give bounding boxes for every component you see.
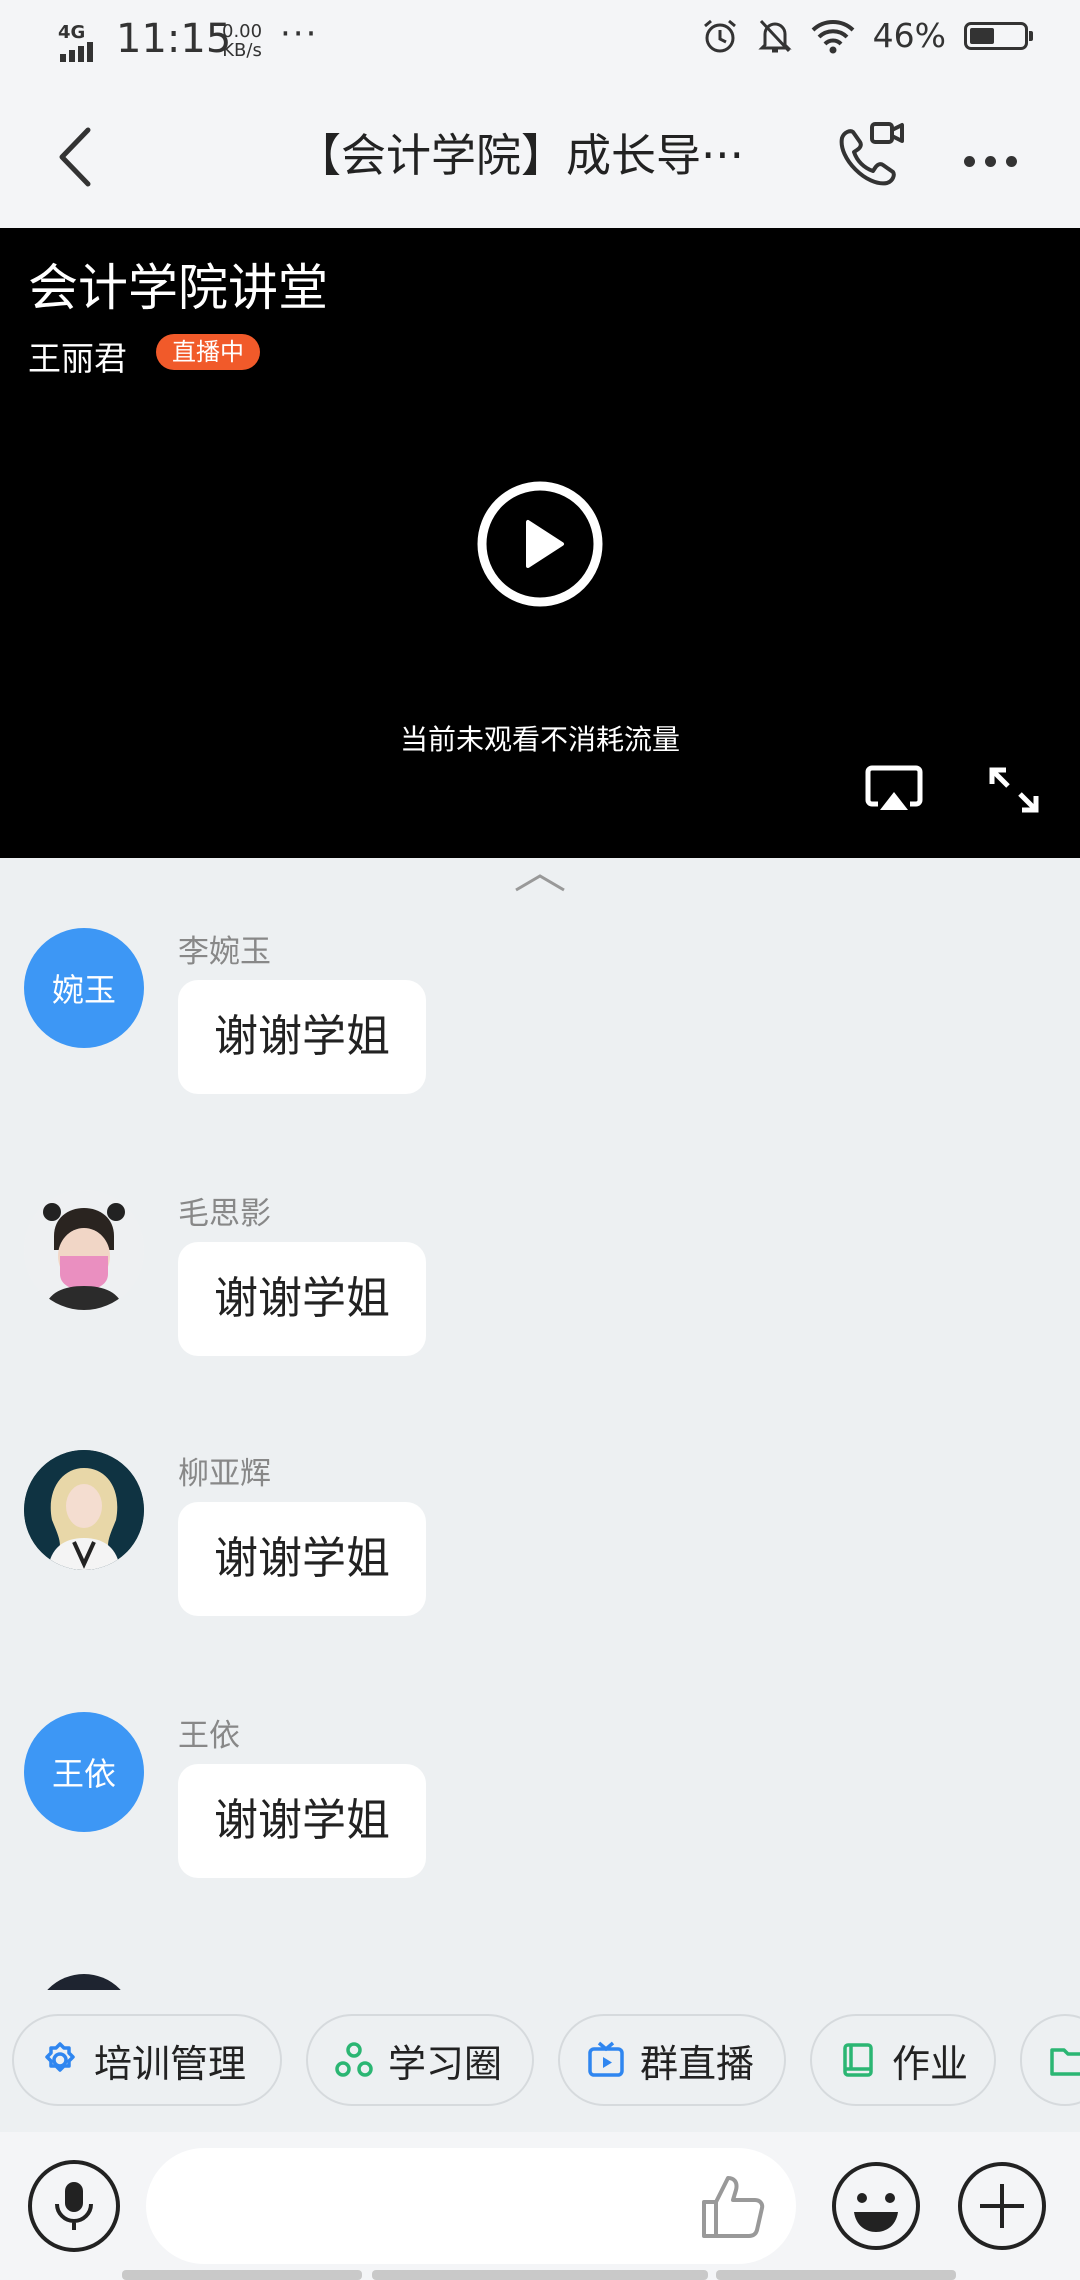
message-item-partial [0, 1966, 1080, 1990]
avatar[interactable]: 王依 [24, 1712, 144, 1832]
gear-icon [45, 2042, 75, 2072]
sender-name: 李婉玉 [178, 934, 271, 970]
play-button[interactable] [476, 480, 604, 608]
play-icon [477, 481, 603, 607]
circle-group-icon [335, 2042, 373, 2077]
chevron-left-icon [59, 127, 91, 187]
network-type: 4G [58, 22, 86, 43]
live-title: 会计学院讲堂 [28, 259, 328, 317]
message-bubble[interactable]: 谢谢学姐 [178, 980, 426, 1094]
home-indicator [372, 2270, 708, 2280]
user-photo-icon [24, 1450, 144, 1570]
avatar[interactable] [34, 1974, 134, 1990]
user-photo-icon [24, 1190, 144, 1310]
live-status-badge: 直播中 [156, 334, 260, 370]
chip-label: 学习圈 [388, 2041, 503, 2086]
wifi-icon [811, 19, 855, 53]
chat-header: 【会计学院】成长导··· [0, 84, 1080, 228]
chat-title[interactable]: 【会计学院】成长导··· [296, 120, 776, 192]
avatar[interactable] [24, 1450, 144, 1570]
dot-icon [1005, 155, 1017, 167]
message-item: 毛思影 谢谢学姐 [0, 1190, 1080, 1430]
alarm-icon [703, 19, 736, 52]
folder-icon [1050, 2048, 1080, 2076]
message-item: 王依 王依 谢谢学姐 [0, 1712, 1080, 1952]
home-indicator [122, 2270, 362, 2280]
plus-icon [958, 2162, 1046, 2250]
live-host: 王丽君 [28, 339, 127, 378]
sender-name: 王依 [178, 1718, 240, 1754]
voice-input-button[interactable] [28, 2160, 120, 2252]
collapse-video-button[interactable] [510, 868, 570, 898]
more-options-button[interactable] [950, 136, 1030, 186]
dot-icon [984, 155, 996, 167]
emoji-button[interactable] [830, 2160, 922, 2252]
dot-icon [963, 155, 975, 167]
chip-group-live[interactable]: 群直播 [558, 2014, 786, 2106]
message-item: 婉玉 李婉玉 谢谢学姐 [0, 928, 1080, 1168]
mute-icon [758, 19, 792, 52]
expand-icon [989, 767, 1039, 813]
input-bar [0, 2132, 1080, 2280]
chip-training-management[interactable]: 培训管理 [12, 2014, 282, 2106]
sender-name: 毛思影 [178, 1196, 271, 1232]
video-call-button[interactable] [828, 118, 908, 198]
chip-label: 作业 [892, 2041, 969, 2086]
avatar[interactable] [24, 1190, 144, 1310]
signal-icon: 4G [58, 16, 108, 66]
avatar[interactable]: 婉玉 [24, 928, 144, 1048]
book-icon [843, 2043, 873, 2077]
message-bubble[interactable]: 谢谢学姐 [178, 1502, 426, 1616]
live-video-player[interactable]: 会计学院讲堂 王丽君 直播中 当前未观看不消耗流量 [0, 228, 1080, 858]
fullscreen-button[interactable] [984, 762, 1044, 818]
thumbs-up-icon [702, 2176, 765, 2238]
status-bar: 4G 11:15 0.00 KB/s ··· 46% [0, 0, 1080, 84]
like-button[interactable] [696, 2168, 772, 2244]
airplay-icon [865, 765, 923, 810]
battery-percent: 46% [872, 16, 946, 55]
message-bubble[interactable]: 谢谢学姐 [178, 1764, 426, 1878]
chip-label: 培训管理 [94, 2041, 247, 2086]
chevron-up-icon [515, 874, 565, 892]
data-usage-hint: 当前未观看不消耗流量 [399, 723, 680, 756]
chip-label: 群直播 [640, 2041, 755, 2086]
message-bubble[interactable]: 谢谢学姐 [178, 1242, 426, 1356]
smiley-icon [832, 2162, 920, 2250]
add-attachment-button[interactable] [956, 2160, 1048, 2252]
status-more-icon: ··· [280, 14, 319, 54]
message-item: 柳亚辉 谢谢学姐 [0, 1450, 1080, 1690]
home-indicator [716, 2270, 956, 2280]
phone-video-icon [839, 122, 904, 186]
network-speed: 0.00 KB/s [222, 21, 263, 61]
chip-files[interactable] [1020, 2014, 1080, 2106]
back-button[interactable] [44, 122, 104, 192]
sender-name: 柳亚辉 [178, 1456, 271, 1492]
cast-button[interactable] [864, 762, 924, 818]
microphone-icon [55, 2182, 93, 2230]
chip-study-circle[interactable]: 学习圈 [306, 2014, 534, 2106]
status-left: 4G 11:15 0.00 KB/s ··· [58, 14, 316, 66]
quick-actions-bar: 培训管理 学习圈 群直播 作业 [0, 1990, 1080, 2132]
status-right: 46% [701, 16, 1033, 55]
chip-homework[interactable]: 作业 [810, 2014, 996, 2106]
clock: 11:15 [116, 16, 232, 62]
battery-icon [964, 21, 1033, 50]
tv-play-icon [588, 2041, 624, 2077]
